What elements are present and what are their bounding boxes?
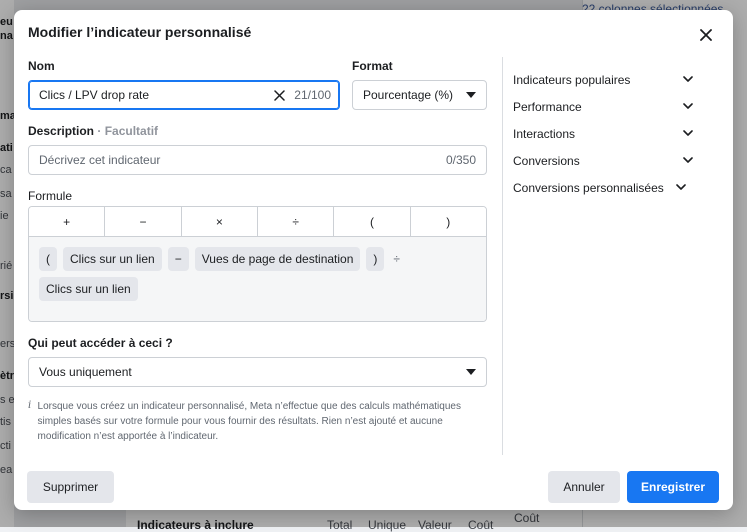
metric-category-item[interactable]: Interactions	[513, 120, 693, 147]
metric-category-label: Performance	[513, 99, 582, 114]
formula-operator-token[interactable]: ÷	[390, 247, 403, 271]
description-optional: · Facultatif	[97, 124, 159, 138]
description-field[interactable]: Décrivez cet indicateur 0/350	[28, 145, 487, 175]
info-text: Lorsque vous créez un indicateur personn…	[37, 401, 461, 442]
name-char-counter: 21/100	[294, 88, 331, 102]
name-field[interactable]: Clics / LPV drop rate 21/100	[28, 80, 340, 110]
name-value: Clics / LPV drop rate	[39, 88, 150, 102]
chevron-down-icon	[683, 129, 693, 139]
vertical-divider	[502, 57, 503, 455]
save-button[interactable]: Enregistrer	[627, 471, 719, 503]
chevron-down-icon	[683, 75, 693, 85]
formula-label: Formule	[28, 189, 73, 203]
metric-category-label: Conversions personnalisées	[513, 180, 664, 195]
description-placeholder: Décrivez cet indicateur	[39, 153, 161, 167]
formula-metric-token[interactable]: Clics sur un lien	[39, 277, 138, 301]
chevron-down-icon	[675, 183, 686, 193]
info-note: i Lorsque vous créez un indicateur perso…	[28, 399, 488, 444]
metric-categories: Indicateurs populaires Performance Interac…	[513, 66, 693, 201]
formula-editor[interactable]: + − × ÷() (Clics sur un lien − Vues de page d…	[28, 206, 487, 322]
formula-operator-token[interactable]: −	[167, 247, 189, 271]
metric-category-label: Conversions	[513, 153, 580, 168]
name-label: Nom	[28, 59, 55, 73]
formula-metric-token[interactable]: Clics sur un lien	[63, 247, 162, 271]
cancel-button[interactable]: Annuler	[548, 471, 620, 503]
description-char-counter: 0/350	[445, 153, 476, 167]
clear-icon	[274, 89, 285, 101]
format-label: Format	[352, 59, 393, 73]
format-select[interactable]: Pourcentage (%)	[352, 80, 487, 110]
operator-close-paren-button[interactable]: )	[411, 207, 486, 236]
formula-operator-token[interactable]: )	[366, 247, 385, 271]
caret-down-icon	[466, 92, 476, 98]
formula-metric-token[interactable]: Vues de page de destination	[194, 247, 361, 271]
formula-expression[interactable]: (Clics sur un lien − Vues de page de desti…	[29, 237, 486, 321]
metric-category-item[interactable]: Conversions	[513, 147, 693, 174]
description-label: Description · Facultatif	[28, 124, 158, 138]
dialog-title: Modifier l’indicateur personnalisé	[28, 24, 252, 40]
formula-operator-bar: + − × ÷()	[29, 207, 486, 237]
metric-category-label: Interactions	[513, 126, 576, 141]
operator-multiply-button[interactable]: ×	[182, 207, 258, 236]
metric-category-item[interactable]: Conversions personnalisées	[513, 174, 693, 201]
caret-down-icon	[466, 369, 476, 375]
access-select[interactable]: Vous uniquement	[28, 357, 487, 387]
edit-custom-metric-dialog: Modifier l’indicateur personnalisé Nom C…	[14, 10, 733, 510]
close-button[interactable]	[695, 24, 717, 46]
chevron-down-icon	[683, 156, 693, 166]
operator-plus-button[interactable]: +	[29, 207, 106, 236]
info-icon: i	[28, 400, 32, 411]
metric-category-item[interactable]: Performance	[513, 93, 693, 120]
formula-operator-token[interactable]: (	[39, 247, 57, 271]
chevron-down-icon	[683, 102, 693, 112]
clear-name-button[interactable]	[270, 86, 288, 104]
access-value: Vous uniquement	[39, 365, 132, 379]
access-label: Qui peut accéder à ceci ?	[28, 336, 173, 350]
operator-divide-button[interactable]: ÷	[258, 207, 335, 236]
metric-category-label: Indicateurs populaires	[513, 72, 631, 87]
description-label-text: Description	[28, 124, 95, 138]
operator-minus-button[interactable]: −	[105, 207, 182, 236]
format-value: Pourcentage (%)	[363, 88, 454, 102]
operator-open-paren-button[interactable]: (	[334, 207, 411, 236]
close-icon	[700, 29, 712, 41]
delete-button[interactable]: Supprimer	[27, 471, 114, 503]
metric-category-item[interactable]: Indicateurs populaires	[513, 66, 693, 93]
